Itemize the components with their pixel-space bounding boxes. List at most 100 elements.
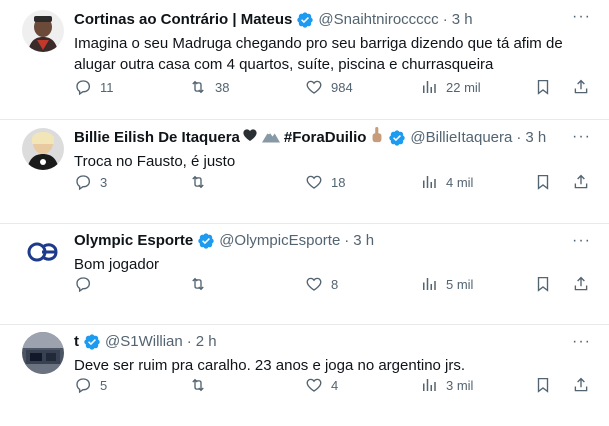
display-name-hashtag[interactable]: #ForaDuilio (284, 128, 367, 148)
views-icon (423, 176, 436, 188)
views-count: 22 mil (446, 79, 481, 95)
separator-dot: · (442, 11, 448, 28)
like-button[interactable]: 18 (305, 172, 345, 192)
reply-button[interactable]: 5 (74, 375, 107, 395)
views-icon (423, 278, 436, 290)
more-icon[interactable]: ··· (572, 9, 591, 25)
views-icon (423, 379, 436, 391)
tweet-header: t @S1Willian · 2 h (74, 332, 595, 352)
bookmark-button[interactable] (534, 77, 552, 97)
views-button[interactable]: 3 mil (420, 375, 473, 395)
like-icon (306, 175, 322, 189)
tweet[interactable]: Olympic Esporte @OlympicEsporte · 3 h ··… (0, 224, 609, 325)
more-icon[interactable]: ··· (572, 233, 591, 249)
avatar[interactable] (22, 231, 64, 273)
tweet[interactable]: Cortinas ao Contrário | Mateus @Snaihtni… (0, 0, 609, 120)
tweet-header: Cortinas ao Contrário | Mateus @Snaihtni… (74, 10, 595, 30)
share-button[interactable] (572, 77, 590, 97)
tweet-text: Deve ser ruim pra caralho. 23 anos e jog… (74, 357, 466, 374)
tweet[interactable]: t @S1Willian · 2 h ··· Deve ser ruim pra… (0, 325, 609, 426)
reply-button[interactable]: 3 (74, 172, 107, 192)
user-handle[interactable]: @S1Willian (105, 332, 183, 352)
mountain-emoji (261, 127, 280, 149)
views-icon (423, 81, 436, 93)
retweet-button[interactable] (189, 274, 215, 294)
display-name[interactable]: Olympic Esporte (74, 231, 193, 251)
like-button[interactable]: 984 (305, 77, 353, 97)
verified-icon (197, 232, 215, 250)
display-name[interactable]: Cortinas ao Contrário | Mateus (74, 10, 292, 30)
bookmark-button[interactable] (534, 375, 552, 395)
like-count: 8 (331, 276, 339, 292)
reply-icon (76, 175, 91, 191)
views-button[interactable]: 5 mil (420, 274, 473, 294)
user-handle[interactable]: @Snaihtniroccccc (318, 10, 438, 30)
views-button[interactable]: 22 mil (420, 77, 481, 97)
reply-icon (76, 277, 91, 293)
retweet-icon (192, 378, 204, 392)
reply-count: 5 (100, 377, 108, 393)
display-name[interactable]: Billie Eilish De Itaquera (74, 128, 240, 148)
tweet-header: Olympic Esporte @OlympicEsporte · 3 h (74, 231, 595, 251)
separator-dot: · (344, 232, 350, 249)
tweet-header: Billie Eilish De Itaquera #ForaDuilio @B… (74, 127, 595, 149)
timestamp[interactable]: 3 h (525, 128, 546, 148)
timestamp[interactable]: 2 h (196, 332, 217, 352)
tweet[interactable]: Billie Eilish De Itaquera #ForaDuilio @B… (0, 120, 609, 224)
hand-emoji (370, 127, 384, 149)
separator-dot: · (516, 129, 522, 146)
like-icon (306, 378, 322, 392)
share-icon (574, 79, 588, 94)
bookmark-icon (537, 377, 549, 393)
tweet-text: Imagina o seu Madruga chegando pro seu b… (74, 35, 563, 73)
share-icon (574, 174, 588, 189)
like-icon (306, 277, 322, 291)
tweet-text: Bom jogador (74, 256, 160, 273)
reply-icon (76, 378, 91, 394)
bookmark-button[interactable] (534, 172, 552, 192)
bookmark-icon (537, 79, 549, 95)
reply-icon (76, 80, 91, 96)
like-button[interactable]: 8 (305, 274, 338, 294)
bookmark-button[interactable] (534, 274, 552, 294)
heart-emoji (242, 127, 258, 149)
retweet-icon (192, 80, 204, 94)
like-count: 4 (331, 377, 339, 393)
more-icon[interactable]: ··· (572, 334, 591, 350)
bookmark-icon (537, 174, 549, 190)
share-button[interactable] (572, 172, 590, 192)
more-icon[interactable]: ··· (572, 129, 591, 145)
retweet-button[interactable]: 38 (189, 77, 229, 97)
views-count: 4 mil (446, 174, 474, 190)
reply-button[interactable] (74, 274, 100, 294)
user-handle[interactable]: @OlympicEsporte (219, 231, 340, 251)
timestamp[interactable]: 3 h (452, 10, 473, 30)
bookmark-icon (537, 276, 549, 292)
share-icon (574, 276, 588, 291)
avatar[interactable] (22, 128, 64, 170)
like-button[interactable]: 4 (305, 375, 338, 395)
tweet-text: Troca no Fausto, é justo (74, 153, 236, 170)
retweet-icon (192, 175, 204, 189)
share-button[interactable] (572, 274, 590, 294)
like-count: 984 (331, 79, 353, 95)
retweet-button[interactable] (189, 375, 215, 395)
retweet-icon (192, 277, 204, 291)
separator-dot: · (186, 333, 192, 350)
reply-count: 3 (100, 174, 108, 190)
reply-button[interactable]: 11 (74, 77, 114, 97)
views-count: 5 mil (446, 276, 474, 292)
verified-icon (296, 11, 314, 29)
views-button[interactable]: 4 mil (420, 172, 473, 192)
avatar[interactable] (22, 332, 64, 374)
verified-icon (388, 129, 406, 147)
verified-icon (83, 333, 101, 351)
display-name[interactable]: t (74, 332, 79, 352)
avatar[interactable] (22, 10, 64, 52)
views-count: 3 mil (446, 377, 474, 393)
retweet-count: 38 (215, 79, 230, 95)
timestamp[interactable]: 3 h (353, 231, 374, 251)
share-button[interactable] (572, 375, 590, 395)
user-handle[interactable]: @BillieItaquera (410, 128, 512, 148)
retweet-button[interactable] (189, 172, 215, 192)
